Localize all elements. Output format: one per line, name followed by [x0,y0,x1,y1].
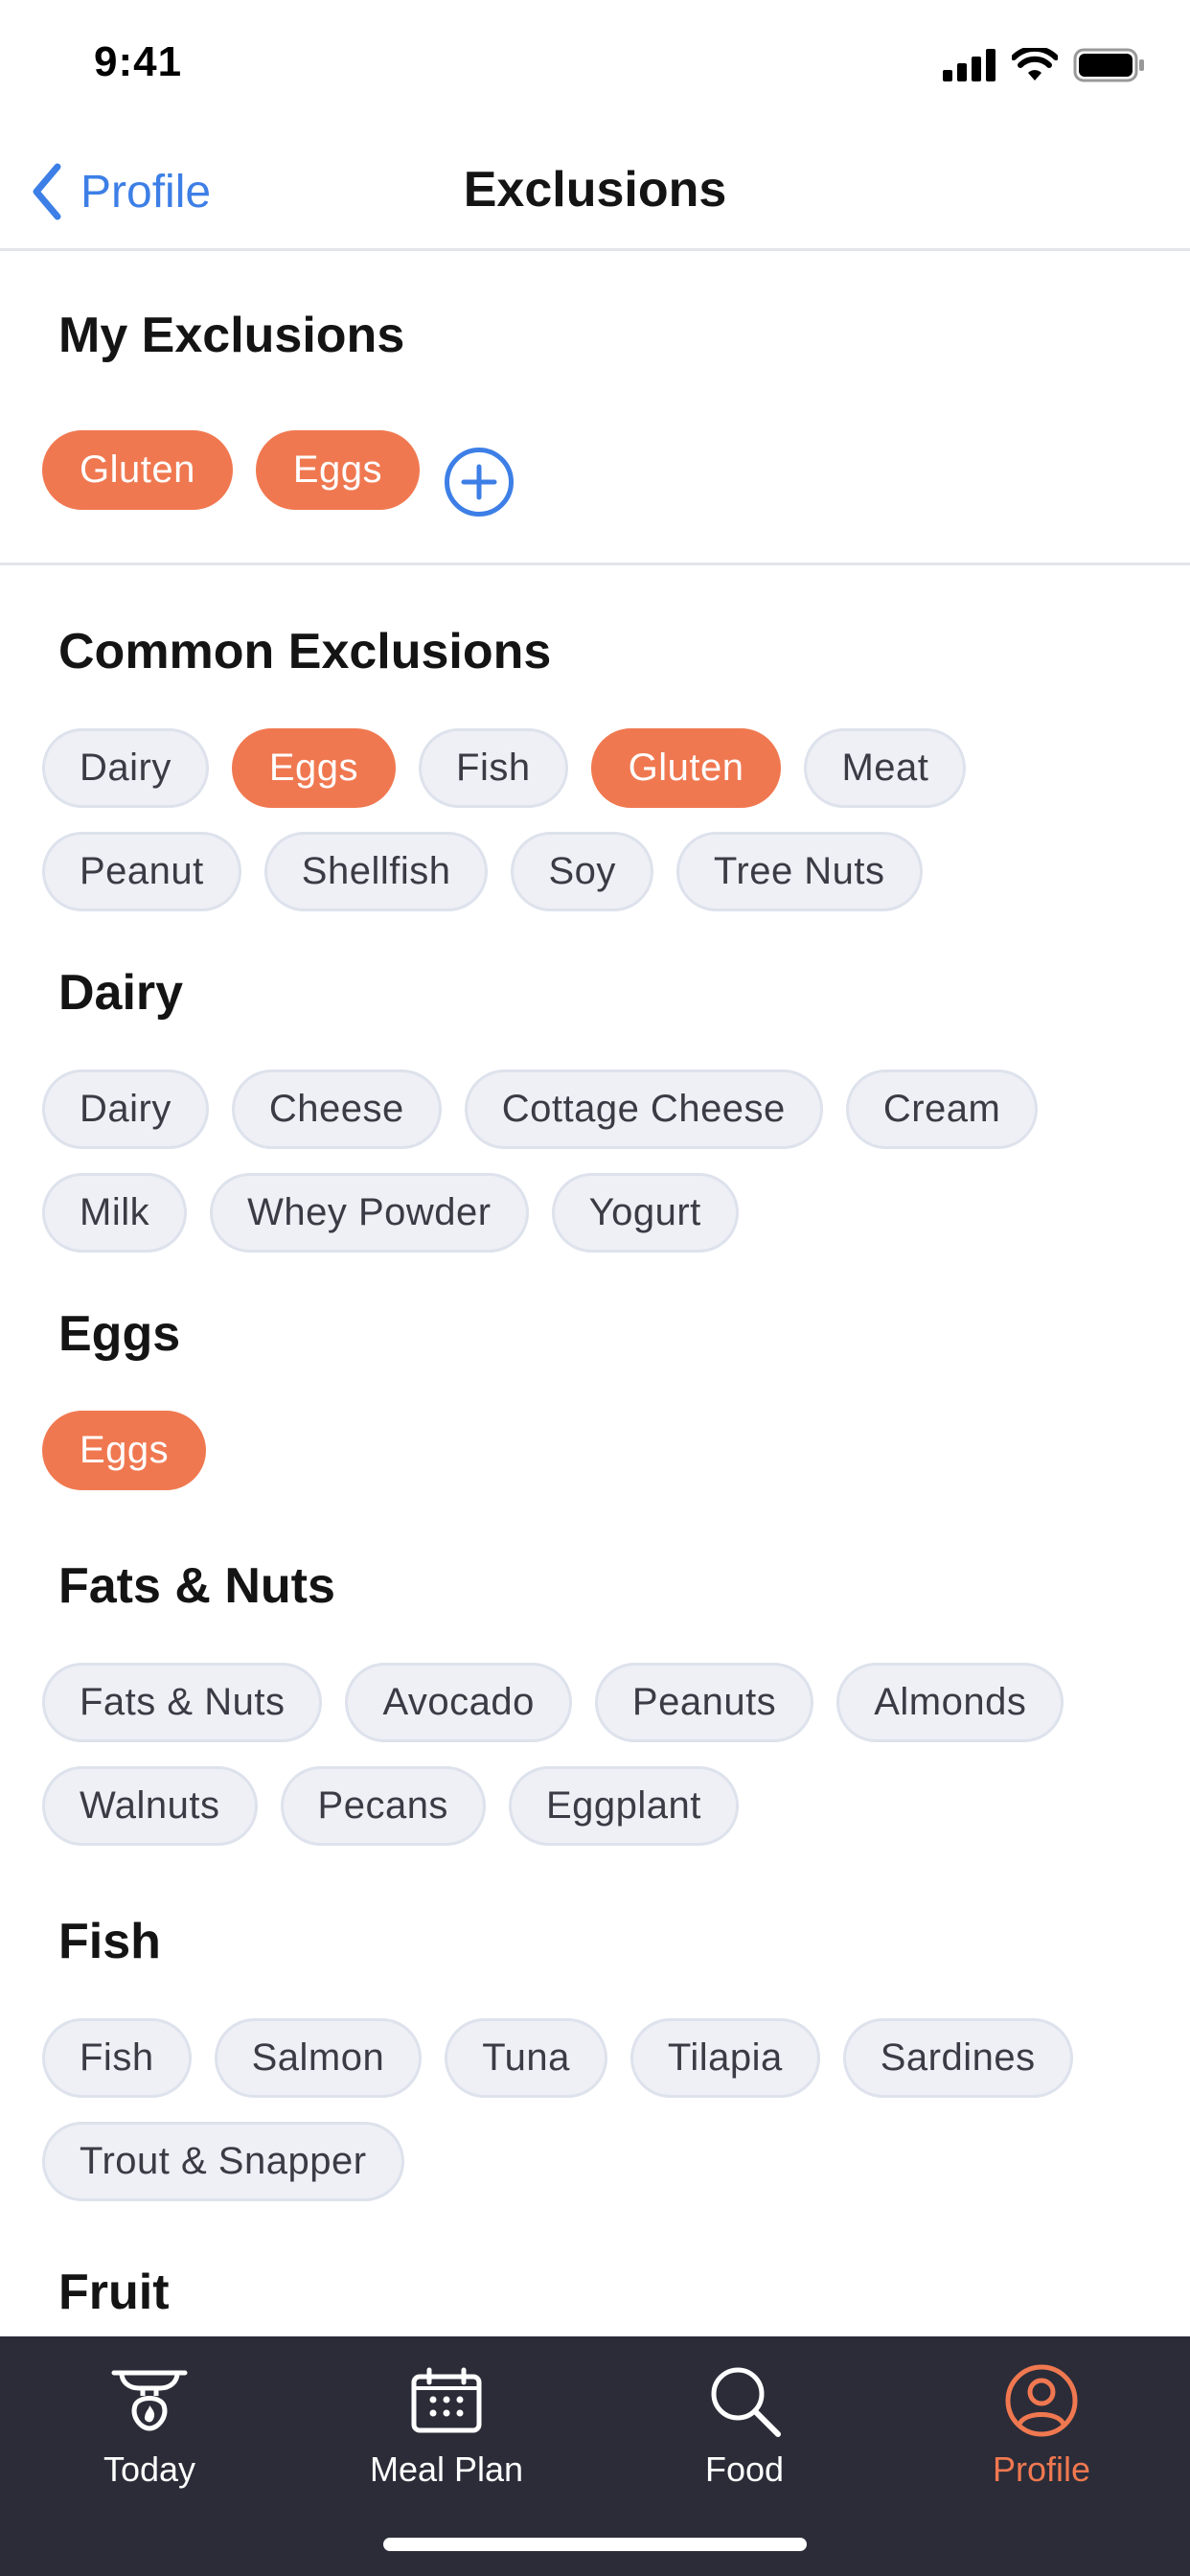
chip-cream[interactable]: Cream [845,1070,1039,1149]
my-exclusion-chip-eggs[interactable]: Eggs [255,430,421,510]
navigation-bar: Profile Exclusions [0,134,1190,251]
status-bar: 9:41 [0,0,1190,134]
tab-today[interactable]: Today [54,2358,245,2501]
add-exclusion-button[interactable] [445,448,515,517]
chip-cheese[interactable]: Cheese [231,1070,442,1149]
cellular-signal-icon [943,49,995,81]
my-exclusions-title: My Exclusions [58,308,405,363]
chip-group: Dairy Cheese Cottage Cheese Cream Milk W… [0,1070,1190,1276]
chip-yogurt[interactable]: Yogurt [551,1173,739,1253]
plus-icon [461,464,497,500]
chip-dairy[interactable]: Dairy [42,728,209,808]
page-title: Exclusions [463,162,727,218]
section-title: Fish [58,1914,161,1969]
section-common-exclusions: Common Exclusions Dairy Eggs Fish Gluten… [0,565,1190,935]
chip-avocado[interactable]: Avocado [345,1663,572,1742]
tab-profile[interactable]: Profile [946,2358,1137,2501]
exclusions-screen: 9:41 Profile Exclusions My Exclusions Gl… [0,0,1190,2576]
chip-cottage-cheese[interactable]: Cottage Cheese [464,1070,823,1149]
tab-label: Profile [992,2450,1091,2489]
section-title: Common Exclusions [58,624,552,679]
tab-meal-plan[interactable]: Meal Plan [351,2358,542,2501]
section-fish: Fish Fish Salmon Tuna Tilapia Sardines T… [0,1870,1190,2225]
chip-eggplant[interactable]: Eggplant [508,1766,739,1846]
profile-icon [1004,2358,1079,2444]
tab-label: Meal Plan [369,2450,524,2489]
chip-walnuts[interactable]: Walnuts [42,1766,258,1846]
status-time: 9:41 [94,38,183,85]
chip-dairy[interactable]: Dairy [42,1070,209,1149]
search-icon [707,2358,782,2444]
chip-trout-snapper[interactable]: Trout & Snapper [42,2122,404,2201]
chip-tilapia[interactable]: Tilapia [629,2018,820,2098]
chip-eggs[interactable]: Eggs [231,728,397,808]
section-fats-nuts: Fats & Nuts Fats & Nuts Avocado Peanuts … [0,1514,1190,1870]
my-exclusions-section: My Exclusions Gluten Eggs [0,254,1190,565]
chip-tuna[interactable]: Tuna [445,2018,607,2098]
section-title: Dairy [58,965,184,1021]
battery-icon [1073,48,1144,82]
tab-food[interactable]: Food [649,2358,840,2501]
calendar-icon [410,2358,483,2444]
chip-pecans[interactable]: Pecans [280,1766,486,1846]
section-title: Eggs [58,1306,181,1362]
chip-whey-powder[interactable]: Whey Powder [210,1173,529,1253]
my-exclusion-chip-gluten[interactable]: Gluten [42,430,233,510]
chip-shellfish[interactable]: Shellfish [263,832,489,911]
chip-fish[interactable]: Fish [42,2018,192,2098]
status-icons [943,48,1146,82]
kettlebell-icon [108,2358,191,2444]
chip-gluten[interactable]: Gluten [590,728,782,808]
chip-group: Dairy Eggs Fish Gluten Meat Peanut Shell… [0,728,1190,935]
chip-milk[interactable]: Milk [42,1173,188,1253]
section-title: Fats & Nuts [58,1558,335,1614]
chip-peanuts[interactable]: Peanuts [594,1663,814,1742]
chip-peanut[interactable]: Peanut [42,832,241,911]
chip-eggs[interactable]: Eggs [42,1411,207,1490]
tab-bar: Today Meal Plan Food Profile [0,2336,1190,2576]
section-eggs: Eggs Eggs [0,1276,1190,1514]
wifi-icon [1012,48,1058,80]
chip-sardines[interactable]: Sardines [842,2018,1073,2098]
chip-group: Eggs [0,1411,1190,1514]
chip-soy[interactable]: Soy [511,832,653,911]
chip-salmon[interactable]: Salmon [214,2018,423,2098]
exclusions-content[interactable]: My Exclusions Gluten Eggs Common Exclusi… [0,254,1190,2336]
chip-almonds[interactable]: Almonds [836,1663,1064,1742]
section-fruit: Fruit [0,2225,1190,2321]
chip-tree-nuts[interactable]: Tree Nuts [675,832,923,911]
chip-fish[interactable]: Fish [419,728,568,808]
section-dairy: Dairy Dairy Cheese Cottage Cheese Cream … [0,935,1190,1276]
chip-meat[interactable]: Meat [804,728,967,808]
home-indicator [383,2538,807,2551]
section-title: Fruit [58,2265,170,2320]
chip-group: Fish Salmon Tuna Tilapia Sardines Trout … [0,2018,1190,2225]
tab-label: Food [704,2450,785,2489]
my-exclusions-chips: Gluten Eggs [42,430,515,534]
chip-group: Fats & Nuts Avocado Peanuts Almonds Waln… [0,1663,1190,1870]
tab-label: Today [103,2450,196,2489]
chip-fats-nuts[interactable]: Fats & Nuts [42,1663,323,1742]
